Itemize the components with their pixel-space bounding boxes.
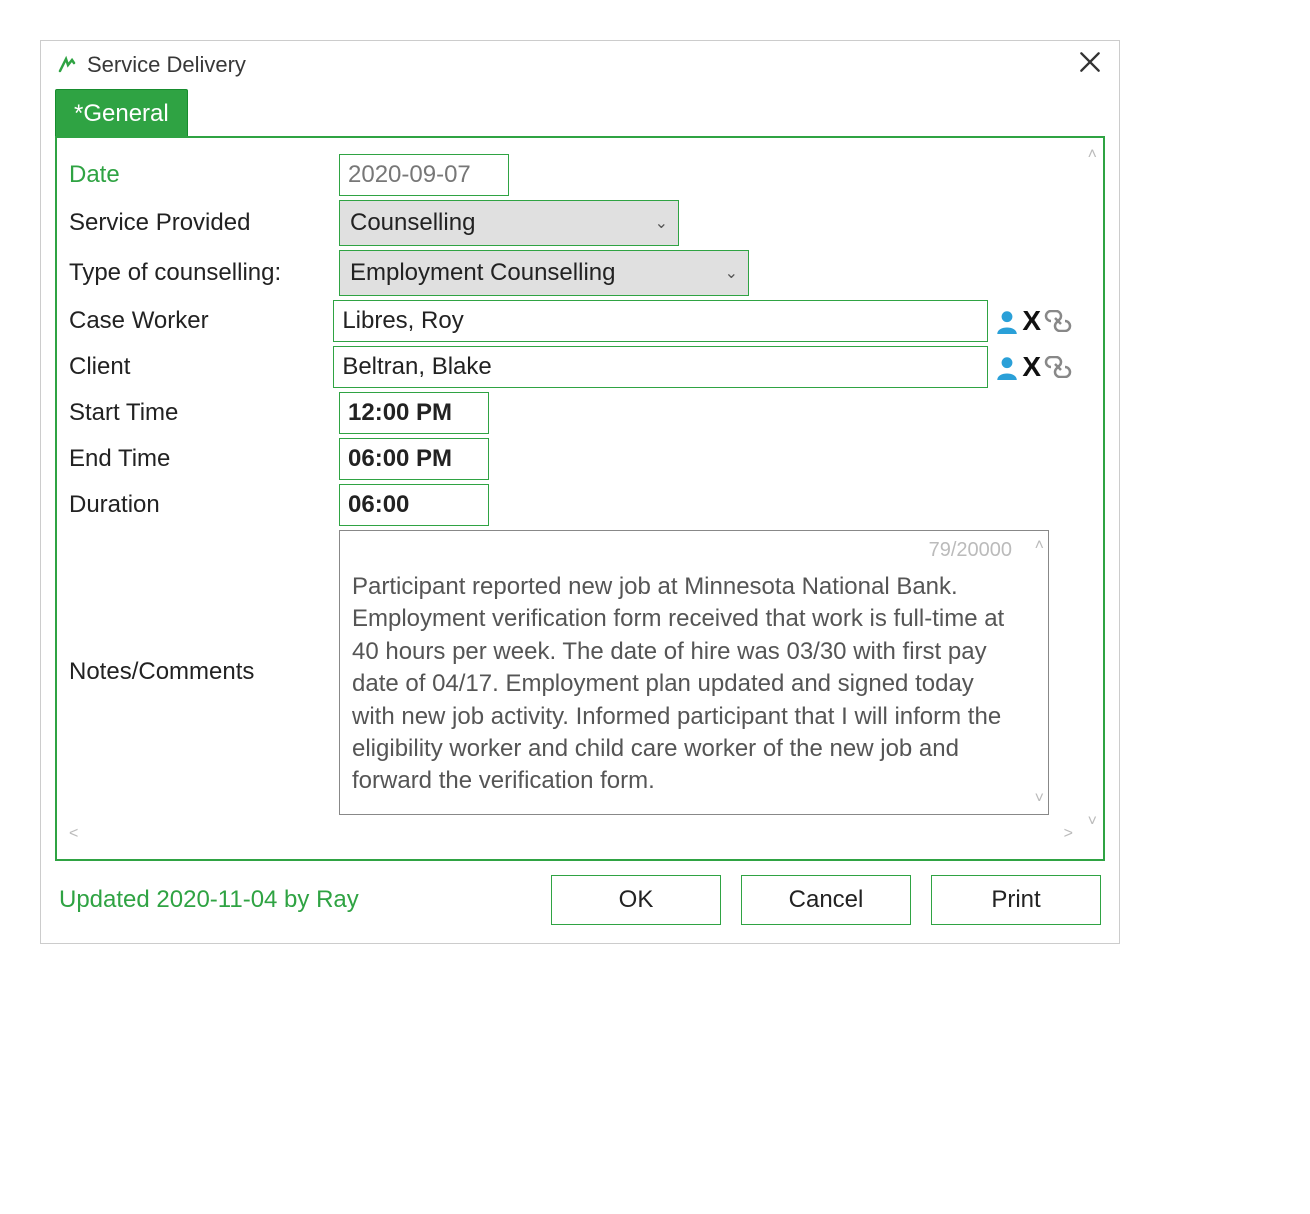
end-time-label: End Time bbox=[69, 439, 339, 479]
panel-scroll-down-icon[interactable]: ˅ bbox=[1088, 813, 1097, 831]
date-label: Date bbox=[69, 155, 339, 195]
duration-label: Duration bbox=[69, 485, 339, 525]
panel-scroll-right-icon[interactable]: ˃ bbox=[1064, 825, 1073, 843]
start-time-label: Start Time bbox=[69, 393, 339, 433]
service-provided-value: Counselling bbox=[350, 209, 475, 237]
notes-scroll-up-icon[interactable]: ˄ bbox=[1035, 537, 1044, 555]
type-of-counselling-label: Type of counselling: bbox=[69, 253, 339, 293]
clear-icon[interactable]: X bbox=[1022, 351, 1041, 383]
form-panel: ˄ ˅ Date 2020-09-07 Service Provided Cou… bbox=[55, 136, 1105, 861]
chevron-down-icon: ⌄ bbox=[655, 213, 668, 233]
service-provided-label: Service Provided bbox=[69, 203, 339, 243]
panel-scroll-up-icon[interactable]: ˄ bbox=[1088, 146, 1097, 164]
chevron-down-icon: ⌄ bbox=[725, 263, 738, 283]
character-count: 79/20000 bbox=[929, 539, 1012, 562]
service-provided-select[interactable]: Counselling ⌄ bbox=[339, 200, 679, 246]
person-icon[interactable] bbox=[994, 354, 1020, 380]
notes-textarea[interactable]: ˄ ˅ 79/20000 Participant reported new jo… bbox=[339, 530, 1049, 815]
notes-scroll-down-icon[interactable]: ˅ bbox=[1035, 790, 1044, 808]
dialog-footer: Updated 2020-11-04 by Ray OK Cancel Prin… bbox=[41, 861, 1119, 943]
type-of-counselling-value: Employment Counselling bbox=[350, 259, 615, 287]
start-time-field[interactable]: 12:00 PM bbox=[339, 392, 489, 434]
cancel-button[interactable]: Cancel bbox=[741, 875, 911, 925]
panel-scroll-left-icon[interactable]: ˂ bbox=[69, 825, 78, 843]
type-of-counselling-select[interactable]: Employment Counselling ⌄ bbox=[339, 250, 749, 296]
ok-button[interactable]: OK bbox=[551, 875, 721, 925]
clear-icon[interactable]: X bbox=[1022, 305, 1041, 337]
close-button[interactable] bbox=[1077, 49, 1103, 81]
updated-status: Updated 2020-11-04 by Ray bbox=[59, 886, 531, 914]
client-field[interactable]: Beltran, Blake bbox=[333, 346, 988, 388]
app-icon bbox=[57, 55, 77, 75]
dialog-title: Service Delivery bbox=[87, 52, 246, 78]
end-time-field[interactable]: 06:00 PM bbox=[339, 438, 489, 480]
service-delivery-dialog: Service Delivery *General ˄ ˅ Date 2020-… bbox=[40, 40, 1120, 944]
print-button[interactable]: Print bbox=[931, 875, 1101, 925]
titlebar: Service Delivery bbox=[41, 41, 1119, 89]
tab-general[interactable]: *General bbox=[55, 89, 188, 136]
notes-label: Notes/Comments bbox=[69, 652, 339, 692]
panel-horizontal-scrollbar[interactable]: ˂ ˃ bbox=[69, 819, 1073, 843]
client-label: Client bbox=[69, 347, 333, 387]
person-icon[interactable] bbox=[994, 308, 1020, 334]
link-icon[interactable] bbox=[1043, 310, 1073, 332]
notes-text-content: Participant reported new job at Minnesot… bbox=[352, 571, 1020, 798]
case-worker-label: Case Worker bbox=[69, 301, 333, 341]
duration-field[interactable]: 06:00 bbox=[339, 484, 489, 526]
case-worker-field[interactable]: Libres, Roy bbox=[333, 300, 988, 342]
link-icon[interactable] bbox=[1043, 356, 1073, 378]
date-field[interactable]: 2020-09-07 bbox=[339, 154, 509, 196]
